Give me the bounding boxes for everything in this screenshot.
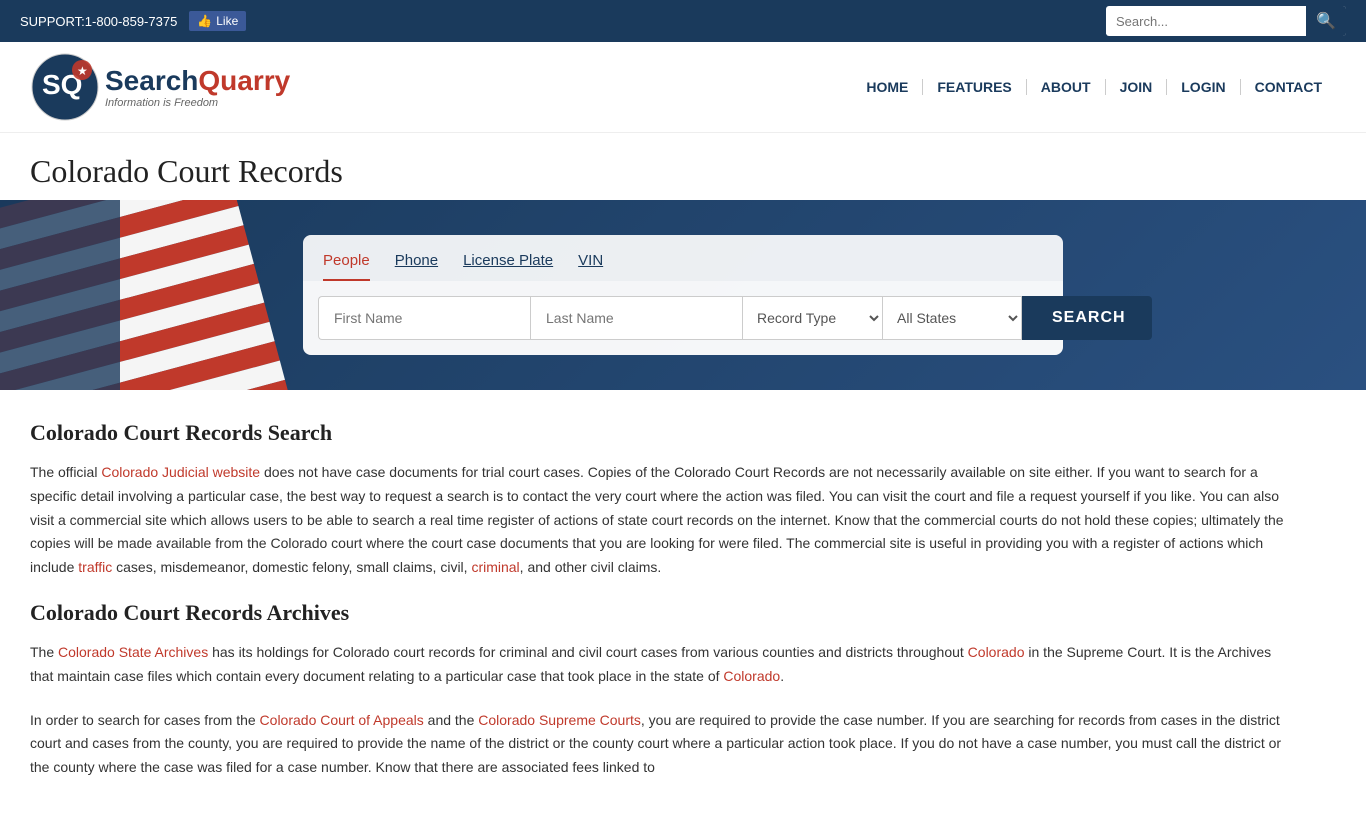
search-button[interactable]: SEARCH <box>1022 296 1152 340</box>
main-content: Colorado Court Records Search The offici… <box>0 390 1320 830</box>
logo-icon: SQ ★ <box>30 52 100 122</box>
stars-background <box>0 200 120 390</box>
logo-area: SQ ★ SearchQuarry Information is Freedom <box>30 52 290 122</box>
traffic-link[interactable]: traffic <box>78 559 112 575</box>
top-search-button[interactable]: 🔍 <box>1306 6 1346 36</box>
top-bar: SUPPORT:1-800-859-7375 👍 Like 🔍 <box>0 0 1366 42</box>
top-search-input[interactable] <box>1106 9 1306 34</box>
nav-join[interactable]: JOIN <box>1106 79 1168 95</box>
first-name-input[interactable] <box>318 296 530 340</box>
page-title: Colorado Court Records <box>30 153 1336 190</box>
logo-tagline: Information is Freedom <box>105 97 290 109</box>
fb-like-button[interactable]: 👍 Like <box>189 11 246 31</box>
section1-paragraph1: The official Colorado Judicial website d… <box>30 461 1290 580</box>
nav-contact[interactable]: CONTACT <box>1241 79 1336 95</box>
search-tabs: People Phone License Plate VIN <box>303 235 1063 281</box>
states-select[interactable]: All States Colorado California Texas <box>882 296 1022 340</box>
top-search-bar: 🔍 <box>1106 6 1346 36</box>
header: SQ ★ SearchQuarry Information is Freedom… <box>0 42 1366 133</box>
nav-about[interactable]: ABOUT <box>1027 79 1106 95</box>
logo-search: Search <box>105 65 198 96</box>
tab-phone[interactable]: Phone <box>395 247 438 281</box>
tab-license-plate[interactable]: License Plate <box>463 247 553 281</box>
thumbs-up-icon: 👍 <box>197 14 212 28</box>
criminal-link[interactable]: criminal <box>471 559 519 575</box>
top-bar-left: SUPPORT:1-800-859-7375 👍 Like <box>20 11 246 31</box>
colorado-judicial-link[interactable]: Colorado Judicial website <box>101 464 260 480</box>
section2-paragraph1: The Colorado State Archives has its hold… <box>30 641 1290 689</box>
support-text: SUPPORT:1-800-859-7375 <box>20 14 177 29</box>
search-widget: People Phone License Plate VIN Record Ty… <box>303 235 1063 355</box>
colorado-court-appeals-link[interactable]: Colorado Court of Appeals <box>260 712 424 728</box>
colorado-supreme-courts-link[interactable]: Colorado Supreme Courts <box>478 712 641 728</box>
logo-text: SearchQuarry Information is Freedom <box>105 65 290 109</box>
svg-text:★: ★ <box>77 64 88 78</box>
last-name-input[interactable] <box>530 296 742 340</box>
colorado-link1[interactable]: Colorado <box>968 644 1025 660</box>
hero-banner: People Phone License Plate VIN Record Ty… <box>0 200 1366 390</box>
section1-p1-final: , and other civil claims. <box>520 559 662 575</box>
tab-vin[interactable]: VIN <box>578 247 603 281</box>
tab-people[interactable]: People <box>323 247 370 281</box>
nav-home[interactable]: HOME <box>852 79 923 95</box>
nav-login[interactable]: LOGIN <box>1167 79 1240 95</box>
section2-p1-middle: has its holdings for Colorado court reco… <box>208 644 967 660</box>
section1-title: Colorado Court Records Search <box>30 420 1290 446</box>
section2-title: Colorado Court Records Archives <box>30 600 1290 626</box>
fb-like-label: Like <box>216 14 238 28</box>
logo-name: SearchQuarry <box>105 65 290 97</box>
section3-p1-middle: and the <box>424 712 479 728</box>
record-type-select[interactable]: Record Type Criminal Civil Traffic <box>742 296 882 340</box>
section2-p1-before: The <box>30 644 58 660</box>
logo-quarry: Quarry <box>198 65 290 96</box>
nav-features[interactable]: FEATURES <box>923 79 1026 95</box>
colorado-state-archives-link[interactable]: Colorado State Archives <box>58 644 208 660</box>
page-title-section: Colorado Court Records <box>0 133 1366 200</box>
colorado-link2[interactable]: Colorado <box>723 668 780 684</box>
search-form: Record Type Criminal Civil Traffic All S… <box>303 281 1063 355</box>
section3-p1-before: In order to search for cases from the <box>30 712 260 728</box>
main-nav: HOME FEATURES ABOUT JOIN LOGIN CONTACT <box>852 79 1336 95</box>
section1-p1-before: The official <box>30 464 101 480</box>
section3-paragraph1: In order to search for cases from the Co… <box>30 709 1290 780</box>
section1-p1-end: cases, misdemeanor, domestic felony, sma… <box>112 559 471 575</box>
section2-p1-end: . <box>780 668 784 684</box>
